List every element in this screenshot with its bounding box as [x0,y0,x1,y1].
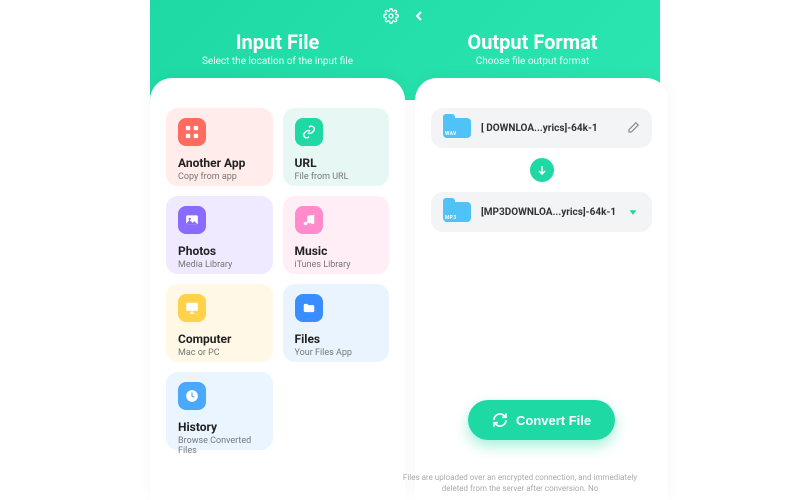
source-file-name: [ DOWNLOA...yrics]-64k-1 [481,123,616,134]
tile-title: Music [295,244,378,258]
link-icon [295,118,323,146]
monitor-icon [178,294,206,322]
target-file-name: [MP3DOWNLOA...yrics]-64k-1 [481,207,616,218]
tile-another-app[interactable]: Another App Copy from app [166,108,273,186]
apps-icon [178,118,206,146]
tile-sub: Your Files App [295,348,378,358]
tile-title: Photos [178,244,261,258]
source-file-row[interactable]: WAV [ DOWNLOA...yrics]-64k-1 [431,108,652,148]
refresh-icon [492,412,508,428]
input-subtitle: Select the location of the input file [150,56,405,67]
output-subtitle: Choose file output format [405,56,660,67]
tile-sub: Mac or PC [178,348,261,358]
convert-button-label: Convert File [516,413,591,428]
file-format-label: WAV [445,131,457,137]
target-file-row[interactable]: MP3 [MP3DOWNLOA...yrics]-64k-1 [431,192,652,232]
tile-files[interactable]: Files Your Files App [283,284,390,362]
settings-icon[interactable] [383,8,399,24]
tile-title: History [178,420,261,434]
tile-sub: iTunes Library [295,260,378,270]
tile-title: URL [295,156,378,170]
tile-music[interactable]: Music iTunes Library [283,196,390,274]
tile-sub: Media Library [178,260,261,270]
tile-title: Files [295,332,378,346]
arrow-down-icon [530,158,554,182]
tile-title: Computer [178,332,261,346]
clock-icon [178,382,206,410]
image-icon [178,206,206,234]
output-panel: WAV [ DOWNLOA...yrics]-64k-1 MP3 [MP3DOW… [415,78,668,500]
tile-history[interactable]: History Browse Converted Files [166,372,273,450]
tile-url[interactable]: URL File from URL [283,108,390,186]
header-input-col: Input File Select the location of the in… [150,30,405,67]
edit-icon[interactable] [626,121,640,135]
header-output-col: Output Format Choose file output format [405,30,660,67]
input-panel: Another App Copy from app URL File from … [150,78,405,500]
input-title: Input File [150,30,405,54]
output-title: Output Format [405,30,660,54]
folder-icon [295,294,323,322]
tile-sub: Browse Converted Files [178,436,261,456]
wav-file-icon: WAV [443,118,471,138]
mp3-file-icon: MP3 [443,202,471,222]
convert-button[interactable]: Convert File [468,400,615,440]
tile-sub: Copy from app [178,172,261,182]
tile-computer[interactable]: Computer Mac or PC [166,284,273,362]
footer-note: Files are uploaded over an encrypted con… [390,473,650,494]
file-format-label: MP3 [445,215,456,221]
music-icon [295,206,323,234]
tile-sub: File from URL [295,172,378,182]
back-icon[interactable] [411,8,427,24]
chevron-down-icon[interactable] [626,205,640,219]
tile-photos[interactable]: Photos Media Library [166,196,273,274]
tile-title: Another App [178,156,261,170]
